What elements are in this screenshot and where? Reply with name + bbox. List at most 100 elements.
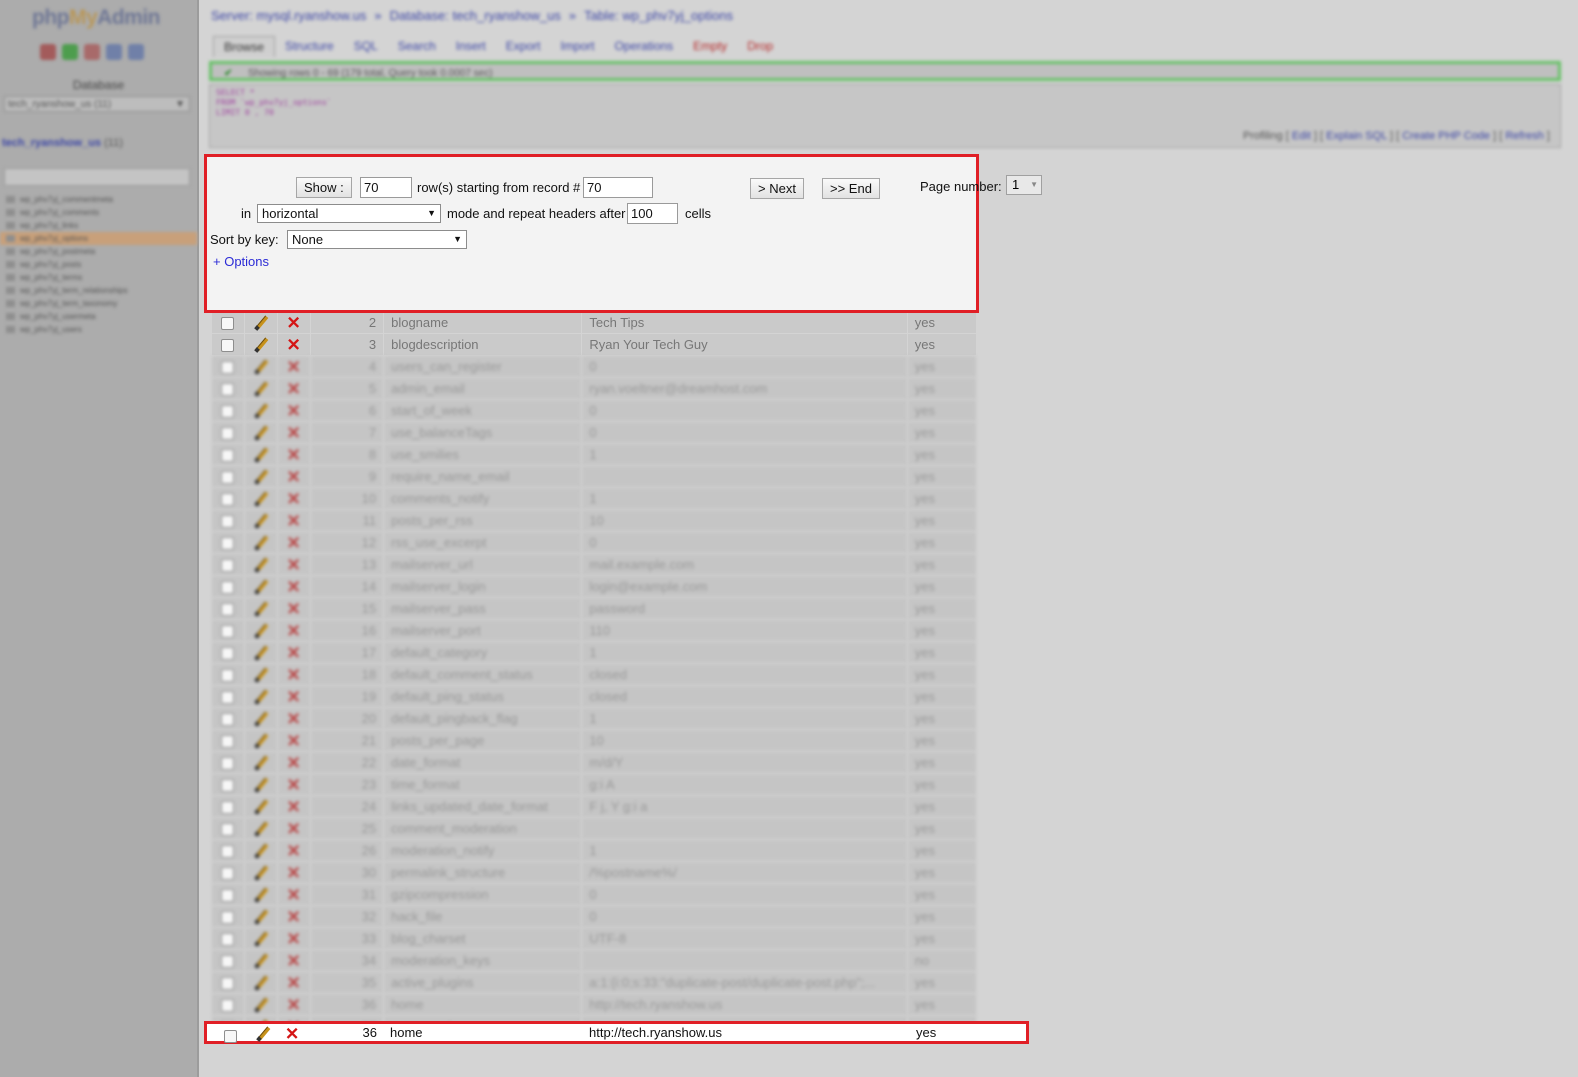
sidebar-table-item[interactable]: wp_phv7yj_comments	[0, 206, 197, 219]
delete-row-button[interactable]: ✕	[277, 950, 310, 971]
edit-row-button[interactable]	[244, 774, 277, 795]
delete-row-button[interactable]: ✕	[277, 312, 310, 333]
profiling-checkbox[interactable]: Profiling	[1243, 130, 1283, 142]
help-icon[interactable]	[128, 44, 144, 60]
sidebar-table-item[interactable]: wp_phv7yj_postmeta	[0, 245, 197, 258]
row-checkbox[interactable]	[212, 400, 244, 421]
row-checkbox[interactable]	[212, 422, 244, 443]
exit-icon[interactable]	[62, 44, 78, 60]
edit-row-button[interactable]	[244, 356, 277, 377]
edit-row-button[interactable]	[244, 312, 277, 333]
edit-row-button[interactable]	[244, 400, 277, 421]
edit-row-button[interactable]	[244, 752, 277, 773]
edit-row-button[interactable]	[244, 532, 277, 553]
edit-row-button[interactable]	[244, 840, 277, 861]
home-icon[interactable]	[40, 44, 56, 60]
query-window-icon[interactable]	[84, 44, 100, 60]
breadcrumb-table[interactable]: Table: wp_phv7yj_options	[584, 8, 733, 23]
row-checkbox[interactable]	[212, 950, 244, 971]
row-checkbox[interactable]	[212, 554, 244, 575]
row-checkbox[interactable]	[212, 972, 244, 993]
edit-row-button[interactable]	[244, 884, 277, 905]
edit-row-button[interactable]	[244, 862, 277, 883]
database-select[interactable]: tech_ryanshow_us (11) ▼	[4, 96, 190, 112]
options-toggle-link[interactable]: + Options	[213, 254, 269, 269]
row-checkbox[interactable]	[212, 576, 244, 597]
show-button[interactable]: Show :	[296, 177, 352, 198]
sidebar-table-item[interactable]: wp_phv7yj_links	[0, 219, 197, 232]
row-checkbox[interactable]	[212, 840, 244, 861]
edit-row-button[interactable]	[244, 444, 277, 465]
edit-row-button[interactable]	[244, 708, 277, 729]
row-checkbox[interactable]	[212, 510, 244, 531]
sidebar-table-item[interactable]: wp_phv7yj_users	[0, 323, 197, 336]
row-checkbox[interactable]	[212, 884, 244, 905]
edit-row-button[interactable]	[244, 576, 277, 597]
tab-structure[interactable]: Structure	[275, 36, 344, 57]
sidebar-table-item[interactable]: wp_phv7yj_term_relationships	[0, 284, 197, 297]
row-checkbox[interactable]	[212, 796, 244, 817]
delete-row-button[interactable]: ✕	[277, 378, 310, 399]
start-record-input[interactable]	[583, 177, 653, 198]
row-checkbox[interactable]	[224, 1027, 237, 1044]
edit-row-button[interactable]	[244, 466, 277, 487]
tab-operations[interactable]: Operations	[604, 36, 683, 57]
row-checkbox[interactable]	[212, 356, 244, 377]
tab-empty[interactable]: Empty	[683, 36, 737, 57]
row-checkbox[interactable]	[212, 312, 244, 333]
sidebar-table-item[interactable]: wp_phv7yj_usermeta	[0, 310, 197, 323]
edit-row-button[interactable]	[244, 334, 277, 355]
table-filter-input[interactable]	[4, 168, 190, 186]
row-checkbox[interactable]	[212, 642, 244, 663]
row-checkbox[interactable]	[212, 752, 244, 773]
delete-row-button[interactable]: ✕	[277, 994, 310, 1015]
delete-row-button[interactable]: ✕	[277, 356, 310, 377]
tab-drop[interactable]: Drop	[737, 36, 783, 57]
delete-row-button[interactable]: ✕	[277, 554, 310, 575]
delete-row-button[interactable]: ✕	[277, 884, 310, 905]
delete-row-button[interactable]: ✕	[277, 664, 310, 685]
delete-row-button[interactable]: ✕	[277, 400, 310, 421]
delete-row-button[interactable]: ✕	[277, 796, 310, 817]
page-number-select[interactable]: 1 ▼	[1006, 175, 1042, 195]
delete-row-button[interactable]: ✕	[277, 422, 310, 443]
edit-row-button[interactable]	[244, 906, 277, 927]
breadcrumb-server[interactable]: Server: mysql.ryanshow.us	[211, 8, 366, 23]
sidebar-table-item[interactable]: wp_phv7yj_posts	[0, 258, 197, 271]
row-checkbox[interactable]	[212, 598, 244, 619]
delete-row-button[interactable]: ✕	[277, 334, 310, 355]
tab-insert[interactable]: Insert	[446, 36, 496, 57]
edit-row-button[interactable]	[244, 928, 277, 949]
row-checkbox[interactable]	[212, 928, 244, 949]
edit-row-button[interactable]	[244, 642, 277, 663]
refresh-link[interactable]: Refresh	[1505, 130, 1544, 142]
row-checkbox[interactable]	[212, 708, 244, 729]
delete-row-button[interactable]: ✕	[277, 620, 310, 641]
docs-icon[interactable]	[106, 44, 122, 60]
edit-row-button[interactable]	[244, 554, 277, 575]
delete-row-button[interactable]: ✕	[277, 818, 310, 839]
row-checkbox[interactable]	[212, 774, 244, 795]
row-checkbox[interactable]	[212, 334, 244, 355]
delete-row-button[interactable]: ✕	[277, 510, 310, 531]
sidebar-table-item[interactable]: wp_phv7yj_term_taxonomy	[0, 297, 197, 310]
breadcrumb-database[interactable]: Database: tech_ryanshow_us	[390, 8, 561, 23]
phpmyadmin-logo[interactable]: phpMyAdmin	[32, 6, 160, 30]
delete-row-button[interactable]: ✕	[277, 686, 310, 707]
display-mode-select[interactable]: horizontal ▼	[257, 204, 441, 223]
explain-sql-link[interactable]: Explain SQL	[1326, 130, 1387, 142]
edit-row-button[interactable]	[244, 422, 277, 443]
row-checkbox[interactable]	[212, 862, 244, 883]
delete-row-button[interactable]: ✕	[277, 840, 310, 861]
create-php-code-link[interactable]: Create PHP Code	[1402, 130, 1490, 142]
next-button[interactable]: > Next	[750, 178, 804, 199]
delete-row-button[interactable]: ✕	[277, 444, 310, 465]
delete-row-button[interactable]: ✕	[277, 928, 310, 949]
edit-row-button[interactable]	[244, 510, 277, 531]
tab-import[interactable]: Import	[550, 36, 604, 57]
edit-row-button[interactable]	[244, 620, 277, 641]
row-checkbox[interactable]	[212, 664, 244, 685]
row-checkbox[interactable]	[212, 444, 244, 465]
edit-row-button[interactable]	[244, 818, 277, 839]
row-checkbox[interactable]	[212, 994, 244, 1015]
